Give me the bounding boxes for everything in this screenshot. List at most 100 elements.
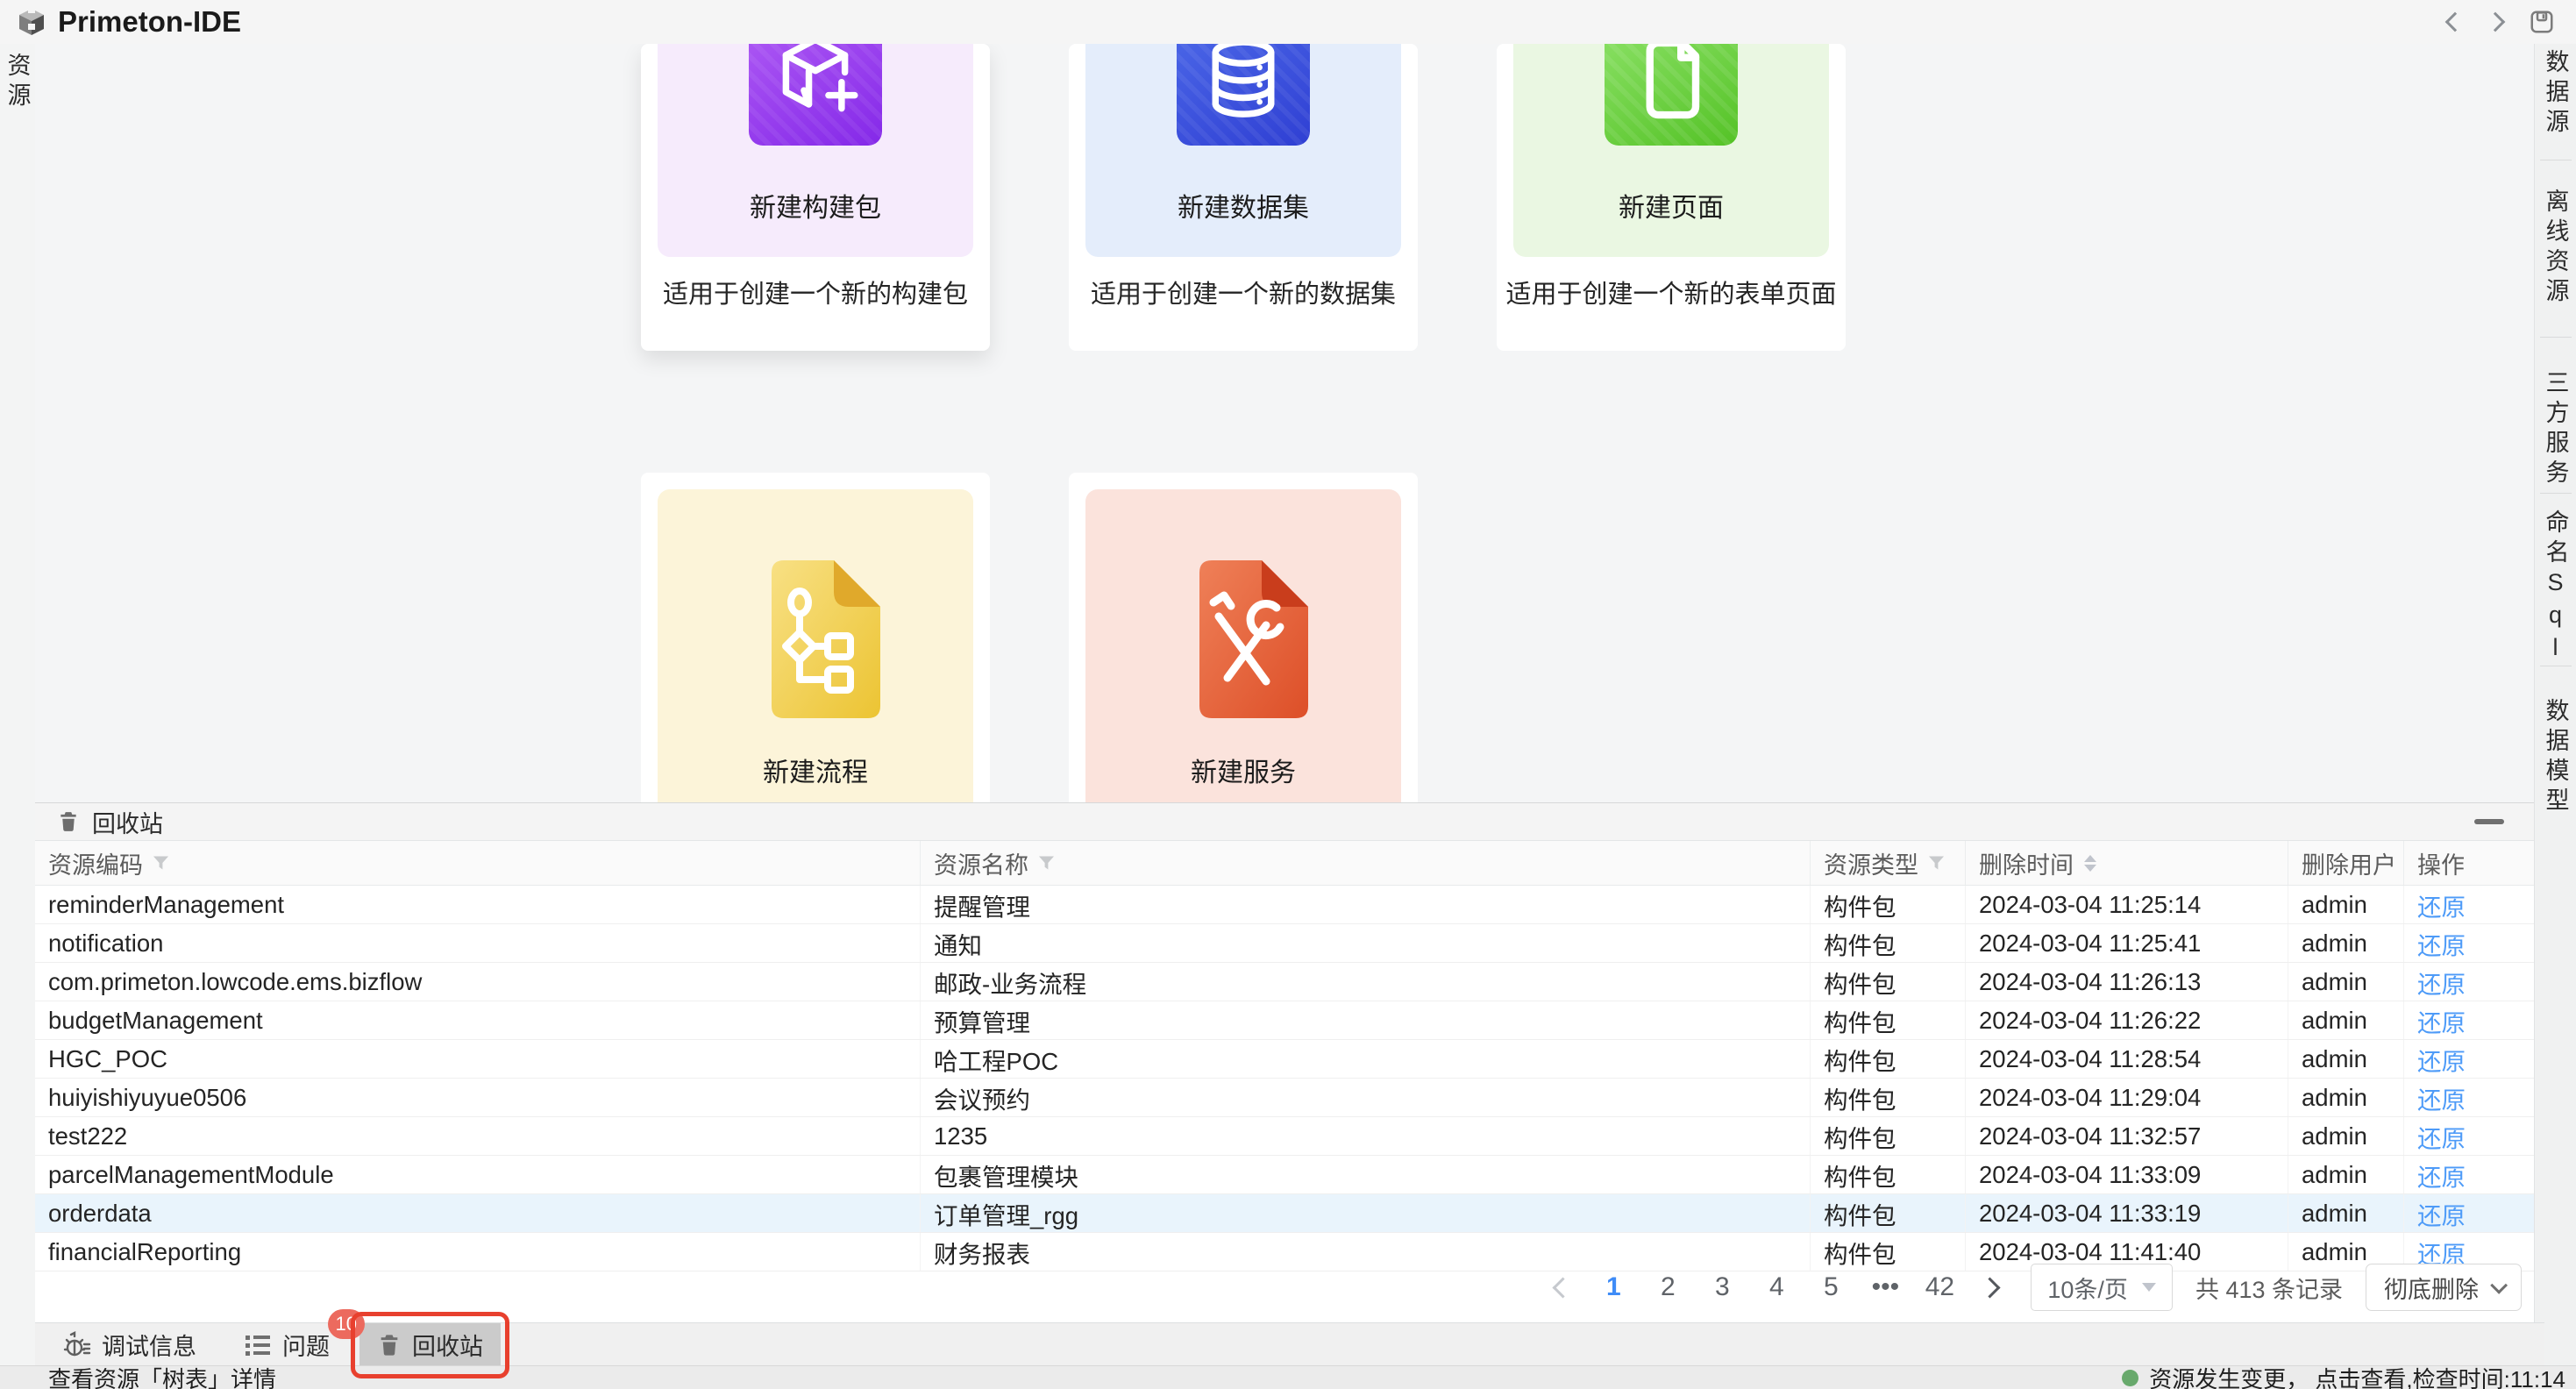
table-row[interactable]: reminderManagement提醒管理构件包2024-03-04 11:2… bbox=[35, 886, 2534, 924]
rail-tab-resources[interactable]: 资源 bbox=[1, 53, 35, 112]
cell-user: admin bbox=[2288, 1156, 2404, 1193]
page-size-select[interactable]: 10条/页 bbox=[2031, 1264, 2173, 1311]
cell-type: 构件包 bbox=[1811, 1194, 1966, 1232]
filter-icon[interactable] bbox=[1039, 856, 1054, 870]
table-row[interactable]: com.primeton.lowcode.ems.bizflow邮政-业务流程构… bbox=[35, 963, 2534, 1001]
restore-link[interactable]: 还原 bbox=[2417, 1003, 2466, 1038]
forward-icon[interactable] bbox=[2486, 12, 2506, 32]
status-right-text: 资源发生变更， 点击查看,检查时间:11:14 bbox=[2149, 1362, 2565, 1389]
table-row[interactable]: orderdata订单管理_rgg构件包2024-03-04 11:33:19a… bbox=[35, 1194, 2534, 1233]
trash-icon bbox=[57, 809, 80, 834]
panel-header: 回收站 bbox=[35, 803, 2534, 841]
page-button-3[interactable]: 3 bbox=[1704, 1272, 1740, 1302]
cell-type: 构件包 bbox=[1811, 924, 1966, 962]
cell-code: parcelManagementModule bbox=[35, 1156, 921, 1193]
tab-debug-info[interactable]: 调试信息 bbox=[46, 1323, 214, 1366]
col-header-code[interactable]: 资源编码 bbox=[35, 841, 921, 885]
prev-page-icon[interactable] bbox=[1553, 1277, 1574, 1298]
cell-action: 还原 bbox=[2404, 1040, 2534, 1078]
restore-link[interactable]: 还原 bbox=[2417, 965, 2466, 1000]
card-pastel: 新建流程 bbox=[658, 489, 973, 802]
tab-recycle-bin[interactable]: 回收站 bbox=[359, 1323, 501, 1366]
card-new-build-package[interactable]: 新建构建包 适用于创建一个新的构建包 bbox=[641, 44, 990, 351]
status-right[interactable]: 资源发生变更， 点击查看,检查时间:11:14 bbox=[2122, 1362, 2565, 1389]
page-list: 12345 ••• 42 bbox=[1586, 1272, 1967, 1302]
left-rail: 资源 bbox=[0, 44, 36, 1365]
cell-code: huiyishiyuyue0506 bbox=[35, 1079, 921, 1116]
page-ellipsis[interactable]: ••• bbox=[1868, 1272, 1903, 1302]
table-header: 资源编码 资源名称 资源类型 删除时间 删除用户 操作 bbox=[35, 841, 2534, 886]
page-button-4[interactable]: 4 bbox=[1759, 1272, 1794, 1302]
restore-link[interactable]: 还原 bbox=[2417, 887, 2466, 922]
cell-type: 构件包 bbox=[1811, 1156, 1966, 1193]
save-icon[interactable] bbox=[2529, 9, 2555, 35]
rail-tab-namedsql[interactable]: 命名Sql bbox=[2539, 509, 2573, 666]
filter-icon[interactable] bbox=[1929, 856, 1944, 870]
caret-down-icon bbox=[2142, 1283, 2156, 1292]
right-rail: 数据源 离线资源 三方服务 命名Sql 数据模型 bbox=[2534, 44, 2576, 1365]
page-button-5[interactable]: 5 bbox=[1813, 1272, 1848, 1302]
cell-user: admin bbox=[2288, 963, 2404, 1001]
cube-plus-icon bbox=[766, 44, 865, 128]
table-row[interactable]: HGC_POC哈工程POC构件包2024-03-04 11:28:54admin… bbox=[35, 1040, 2534, 1079]
col-header-type[interactable]: 资源类型 bbox=[1811, 841, 1966, 885]
cell-name: 1235 bbox=[921, 1117, 1811, 1155]
page-button-1[interactable]: 1 bbox=[1596, 1272, 1631, 1302]
rail-tab-offline[interactable]: 离线资源 bbox=[2539, 189, 2573, 308]
table-row[interactable]: huiyishiyuyue0506会议预约构件包2024-03-04 11:29… bbox=[35, 1079, 2534, 1117]
card-new-flow[interactable]: 新建流程 bbox=[641, 473, 990, 802]
card-desc: 适用于创建一个新的表单页面 bbox=[1497, 274, 1846, 310]
cell-time: 2024-03-04 11:33:09 bbox=[1966, 1156, 2288, 1193]
page-button-42[interactable]: 42 bbox=[1922, 1272, 1957, 1302]
cell-name: 会议预约 bbox=[921, 1079, 1811, 1116]
minimize-panel-button[interactable] bbox=[2474, 819, 2504, 824]
card-new-page[interactable]: 新建页面 适用于创建一个新的表单页面 bbox=[1497, 44, 1846, 351]
cell-code: HGC_POC bbox=[35, 1040, 921, 1078]
restore-link[interactable]: 还原 bbox=[2417, 1158, 2466, 1193]
card-new-dataset[interactable]: 新建数据集 适用于创建一个新的数据集 bbox=[1069, 44, 1418, 351]
col-header-time[interactable]: 删除时间 bbox=[1966, 841, 2288, 885]
back-icon[interactable] bbox=[2445, 12, 2466, 32]
card-title: 新建数据集 bbox=[1085, 186, 1401, 224]
cell-action: 还原 bbox=[2404, 1079, 2534, 1116]
cell-action: 还原 bbox=[2404, 1194, 2534, 1232]
cell-time: 2024-03-04 11:25:14 bbox=[1966, 886, 2288, 923]
chevron-down-icon bbox=[2490, 1277, 2508, 1294]
database-icon bbox=[1194, 44, 1292, 128]
rail-tab-thirdparty[interactable]: 三方服务 bbox=[2539, 370, 2573, 489]
filter-icon[interactable] bbox=[153, 856, 168, 870]
col-header-name[interactable]: 资源名称 bbox=[921, 841, 1811, 885]
table-body: reminderManagement提醒管理构件包2024-03-04 11:2… bbox=[35, 886, 2534, 1271]
restore-link[interactable]: 还原 bbox=[2417, 1119, 2466, 1154]
rail-tab-datamodel[interactable]: 数据模型 bbox=[2539, 698, 2573, 817]
table-row[interactable]: budgetManagement预算管理构件包2024-03-04 11:26:… bbox=[35, 1001, 2534, 1040]
page-icon bbox=[1622, 44, 1720, 128]
restore-link[interactable]: 还原 bbox=[2417, 1042, 2466, 1077]
pagination-bar: 12345 ••• 42 10条/页 共 413 条记录 彻底删除 bbox=[35, 1263, 2534, 1312]
rail-tab-datasource[interactable]: 数据源 bbox=[2539, 49, 2573, 139]
cell-name: 预算管理 bbox=[921, 1001, 1811, 1039]
page-button-2[interactable]: 2 bbox=[1650, 1272, 1685, 1302]
col-header-action: 操作 bbox=[2404, 841, 2534, 885]
restore-link[interactable]: 还原 bbox=[2417, 1080, 2466, 1115]
next-page-icon[interactable] bbox=[1980, 1277, 2001, 1298]
tab-problems[interactable]: 问题 10 bbox=[226, 1323, 347, 1366]
restore-link[interactable]: 还原 bbox=[2417, 1196, 2466, 1231]
total-records: 共 413 条记录 bbox=[2195, 1271, 2343, 1305]
cell-user: admin bbox=[2288, 1040, 2404, 1078]
table-row[interactable]: parcelManagementModule包裹管理模块构件包2024-03-0… bbox=[35, 1156, 2534, 1194]
cell-user: admin bbox=[2288, 1117, 2404, 1155]
purge-button[interactable]: 彻底删除 bbox=[2366, 1264, 2522, 1311]
restore-link[interactable]: 还原 bbox=[2417, 926, 2466, 961]
cell-user: admin bbox=[2288, 886, 2404, 923]
card-new-service[interactable]: 新建服务 bbox=[1069, 473, 1418, 802]
cell-code: reminderManagement bbox=[35, 886, 921, 923]
table-row[interactable]: test2221235构件包2024-03-04 11:32:57admin还原 bbox=[35, 1117, 2534, 1156]
tab-label: 问题 bbox=[282, 1328, 330, 1362]
table-row[interactable]: notification通知构件包2024-03-04 11:25:41admi… bbox=[35, 924, 2534, 963]
rail-divider bbox=[2540, 493, 2572, 494]
cell-user: admin bbox=[2288, 1079, 2404, 1116]
card-pastel: 新建构建包 bbox=[658, 44, 973, 257]
sort-icon[interactable] bbox=[2084, 855, 2096, 872]
cell-name: 邮政-业务流程 bbox=[921, 963, 1811, 1001]
